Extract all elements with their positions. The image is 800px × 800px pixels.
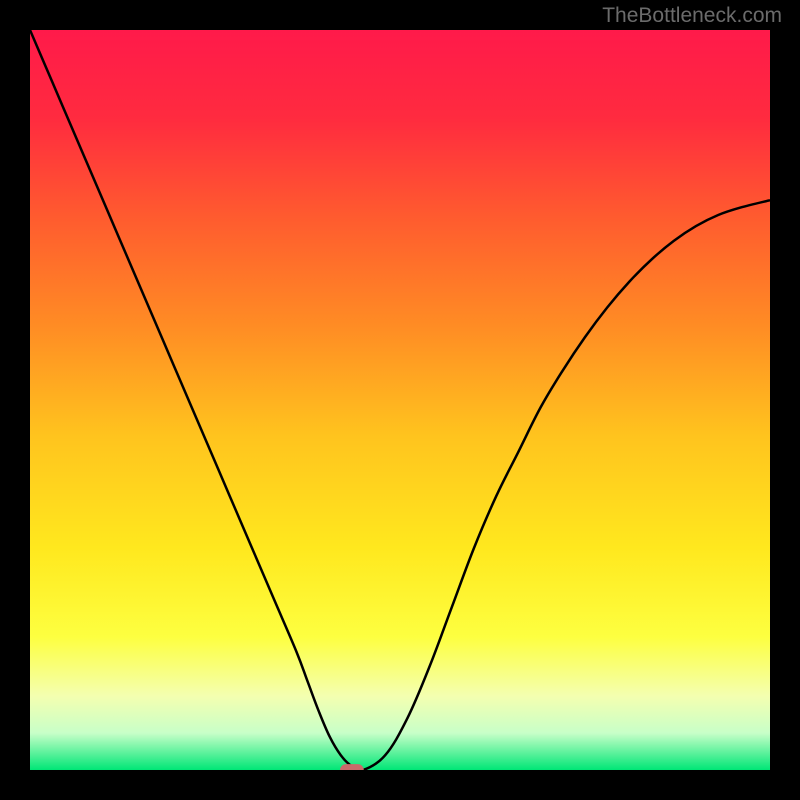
bottleneck-chart	[30, 30, 770, 770]
optimal-point-marker	[340, 764, 364, 770]
watermark-text: TheBottleneck.com	[602, 4, 782, 28]
chart-svg	[30, 30, 770, 770]
gradient-background	[30, 30, 770, 770]
